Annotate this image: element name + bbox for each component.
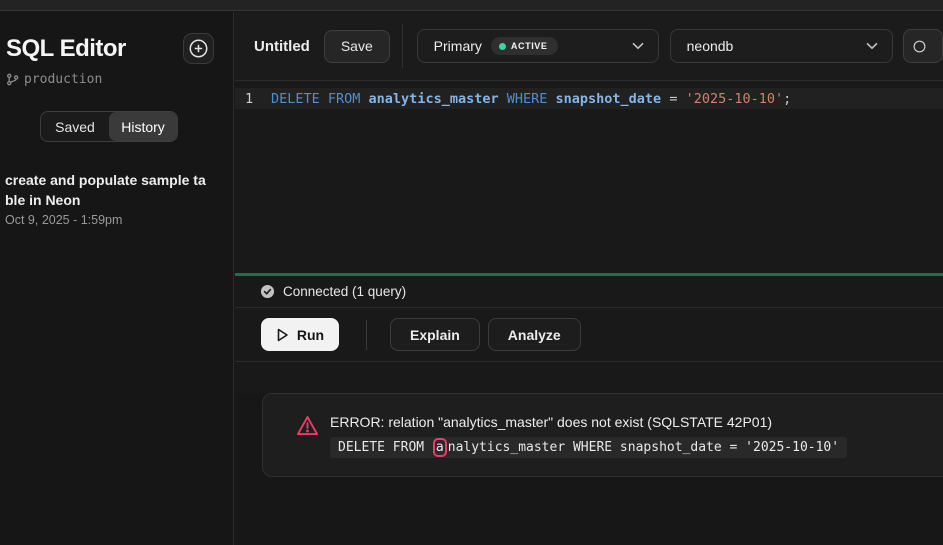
connection-status-label: Connected (1 query) xyxy=(283,284,406,299)
new-query-button[interactable] xyxy=(183,33,214,64)
sidebar-header: SQL Editor xyxy=(0,12,233,64)
error-query-suffix: nalytics_master WHERE snapshot_date = '2… xyxy=(448,440,839,455)
sql-code: DELETE FROM analytics_master WHERE snaps… xyxy=(271,91,791,107)
editor-line[interactable]: 1 DELETE FROM analytics_master WHERE sna… xyxy=(235,88,943,109)
save-button[interactable]: Save xyxy=(324,30,390,63)
chevron-down-icon xyxy=(632,42,644,50)
sidebar: SQL Editor production Saved History crea… xyxy=(0,12,234,545)
branch-name: production xyxy=(24,72,102,87)
play-icon xyxy=(276,328,289,342)
warning-triangle-icon xyxy=(296,415,319,436)
error-texts: ERROR: relation "analytics_master" does … xyxy=(330,414,847,458)
page-title: SQL Editor xyxy=(6,35,126,63)
error-query-prefix: DELETE FROM xyxy=(338,440,432,455)
history-item-date: Oct 9, 2025 - 1:59pm xyxy=(5,213,233,227)
plus-circle-icon xyxy=(188,38,209,59)
tab-saved[interactable]: Saved xyxy=(41,112,109,141)
chevron-down-icon xyxy=(866,42,878,50)
toolbar-extra-button[interactable] xyxy=(903,29,943,63)
sql-editor[interactable]: 1 DELETE FROM analytics_master WHERE sna… xyxy=(235,81,943,273)
connection-status-bar: Connected (1 query) xyxy=(235,276,943,308)
branch-indicator: production xyxy=(0,64,233,87)
branch-select-value: Primary xyxy=(434,38,482,54)
query-name: Untitled xyxy=(254,38,310,55)
run-button-label: Run xyxy=(297,327,324,343)
run-button[interactable]: Run xyxy=(261,318,339,351)
database-select[interactable]: neondb xyxy=(670,29,893,63)
explain-button[interactable]: Explain xyxy=(390,318,480,351)
query-actions: Run Explain Analyze xyxy=(235,308,943,362)
error-query-snippet: DELETE FROM analytics_master WHERE snaps… xyxy=(330,437,847,458)
error-position-marker: a xyxy=(433,438,447,457)
results-panel: ERROR: relation "analytics_master" does … xyxy=(235,393,943,545)
database-select-value: neondb xyxy=(687,38,734,54)
analyze-button[interactable]: Analyze xyxy=(488,318,581,351)
status-badge-label: ACTIVE xyxy=(511,41,548,51)
active-dot-icon xyxy=(499,43,506,50)
check-circle-icon xyxy=(260,284,275,299)
main-panel: Untitled Save Primary ACTIVE neondb 1 DE… xyxy=(235,12,943,545)
circle-icon xyxy=(913,38,926,55)
tab-history[interactable]: History xyxy=(109,112,177,141)
window-top-strip xyxy=(0,0,943,11)
error-message: ERROR: relation "analytics_master" does … xyxy=(330,414,847,430)
sidebar-tabs: Saved History xyxy=(40,111,178,142)
line-number: 1 xyxy=(245,91,261,107)
git-branch-icon xyxy=(6,73,19,86)
branch-select[interactable]: Primary ACTIVE xyxy=(417,29,659,63)
editor-toolbar: Untitled Save Primary ACTIVE neondb xyxy=(235,12,943,81)
actions-divider xyxy=(366,320,367,350)
toolbar-divider xyxy=(402,24,403,68)
history-list-item[interactable]: create and populate sample table in Neon… xyxy=(5,170,233,227)
status-badge: ACTIVE xyxy=(491,37,558,55)
error-panel: ERROR: relation "analytics_master" does … xyxy=(262,393,943,477)
history-item-title: create and populate sample table in Neon xyxy=(5,170,211,210)
